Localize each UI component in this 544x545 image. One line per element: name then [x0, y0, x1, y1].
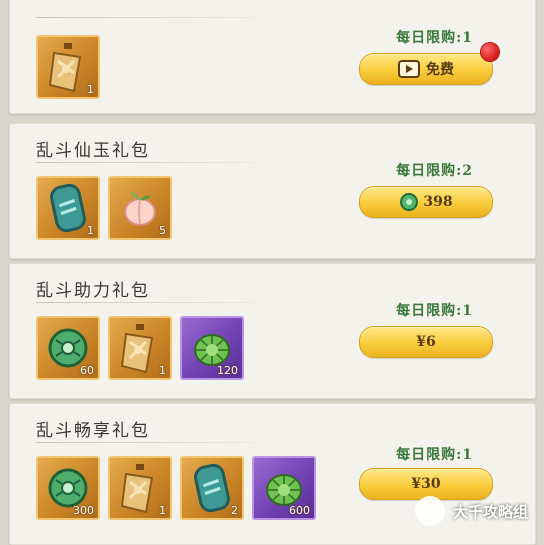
item-slot[interactable]: 300 [36, 456, 100, 520]
item-qty: 1 [87, 224, 94, 237]
video-ad-icon [398, 60, 420, 78]
item-qty: 600 [289, 504, 310, 517]
item-qty: 1 [159, 504, 166, 517]
item-slot[interactable]: 1 [108, 316, 172, 380]
daily-limit: 每日限购:1 [396, 303, 473, 319]
free-claim-label: 免费 [426, 62, 454, 78]
daily-limit: 每日限购:2 [396, 163, 473, 179]
title-divider [36, 17, 261, 18]
buy-button[interactable]: 398 [359, 186, 493, 218]
item-slot[interactable]: 120 [180, 316, 244, 380]
item-qty: 1 [159, 364, 166, 377]
item-qty: 5 [159, 224, 166, 237]
daily-limit: 每日限购:1 [396, 30, 473, 46]
item-slot[interactable]: 600 [252, 456, 316, 520]
title-divider [36, 302, 261, 303]
wechat-logo-icon [414, 496, 445, 526]
pack-title: 乱斗畅享礼包 [36, 421, 150, 441]
item-slot[interactable]: 1 [36, 35, 100, 99]
daily-limit: 每日限购:1 [396, 447, 473, 463]
buy-button[interactable]: ¥6 [359, 326, 493, 358]
free-claim-button[interactable]: 免费 [359, 53, 493, 85]
item-qty: 60 [80, 364, 94, 377]
pack-card-jade: 乱斗仙玉礼包 1 5 每日限购:2 398 [9, 123, 536, 259]
buy-button-price: ¥6 [416, 334, 436, 350]
pack-card-assist: 乱斗助力礼包 60 1 120 每日限购:1 ¥6 [9, 263, 536, 399]
item-qty: 300 [73, 504, 94, 517]
item-slot[interactable]: 2 [180, 456, 244, 520]
title-divider [36, 162, 261, 163]
notification-dot [481, 43, 499, 61]
pack-title: 乱斗仙玉礼包 [36, 141, 150, 161]
item-slot[interactable]: 1 [36, 176, 100, 240]
watermark: 大千攻略组 [414, 496, 528, 526]
pack-card-free: 1 每日限购:1 免费 [9, 0, 536, 114]
buy-button-price: ¥30 [411, 476, 441, 492]
pack-title: 乱斗助力礼包 [36, 281, 150, 301]
item-qty: 1 [87, 83, 94, 96]
buy-button-price: 398 [423, 194, 453, 210]
item-qty: 120 [217, 364, 238, 377]
title-divider [36, 442, 261, 443]
jade-coin-icon [400, 193, 419, 211]
item-slot[interactable]: 5 [108, 176, 172, 240]
watermark-text: 大千攻略组 [452, 502, 528, 521]
item-qty: 2 [231, 504, 238, 517]
item-slot[interactable]: 1 [108, 456, 172, 520]
item-slot[interactable]: 60 [36, 316, 100, 380]
